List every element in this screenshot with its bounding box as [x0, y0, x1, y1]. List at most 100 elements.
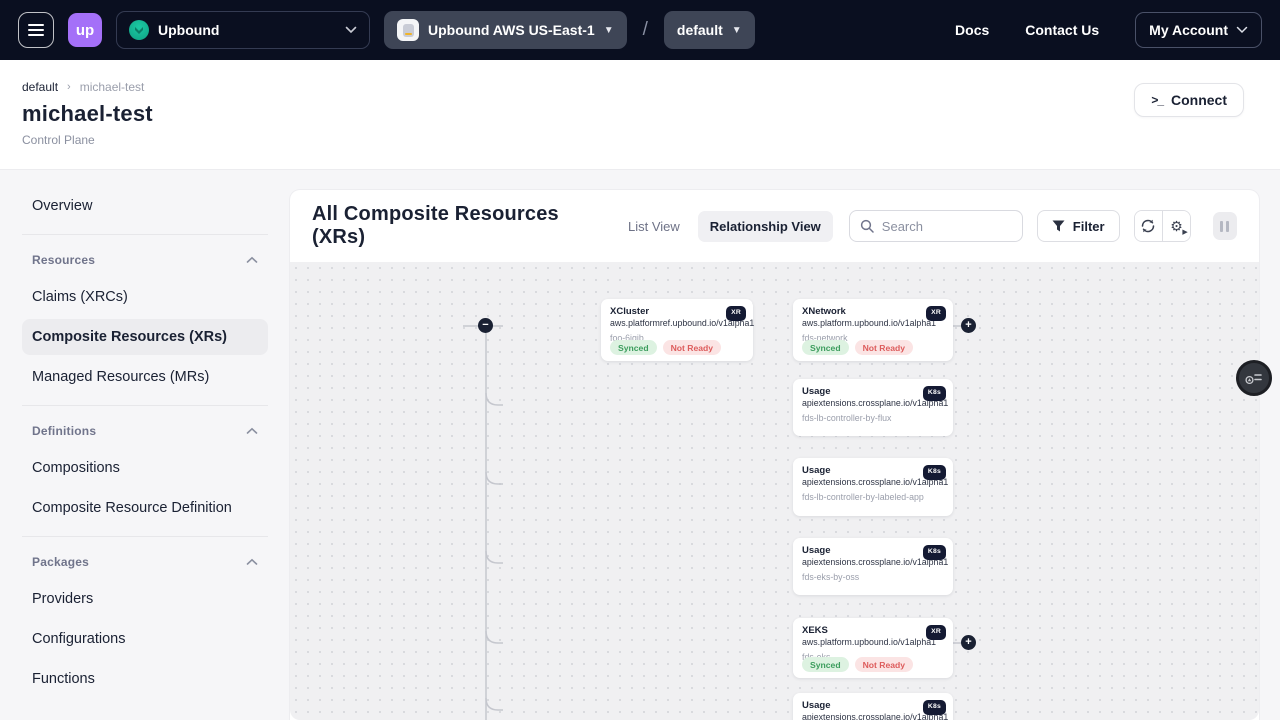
search-box	[849, 210, 1023, 242]
node-api-version: apiextensions.crossplane.io/v1alpha1	[802, 557, 944, 568]
kind-badge: XR	[926, 306, 946, 321]
resource-node-usage-eks-oss[interactable]: K8s Usage apiextensions.crossplane.io/v1…	[793, 538, 953, 595]
panel-heading: All Composite Resources (XRs)	[312, 203, 576, 249]
sidebar: Overview Resources Claims (XRCs) Composi…	[0, 170, 290, 701]
filter-button-label: Filter	[1073, 219, 1105, 234]
tab-list-view[interactable]: List View	[616, 211, 692, 242]
chevron-right-icon: ›	[67, 81, 71, 93]
page-subtitle: Control Plane	[22, 133, 1244, 147]
top-navbar: up Upbound Upbound AWS US-East-1 ▼ / def…	[0, 0, 1280, 60]
sidebar-item-claims[interactable]: Claims (XRCs)	[22, 279, 268, 315]
hamburger-menu-icon[interactable]	[18, 12, 54, 48]
group-selector-label: default	[677, 22, 723, 38]
toolbar: All Composite Resources (XRs) List View …	[290, 190, 1259, 262]
group-selector-dropdown[interactable]: default ▼	[664, 11, 755, 49]
section-title: Definitions	[32, 424, 96, 438]
expand-node-button[interactable]: +	[961, 635, 976, 650]
node-instance-name: fds-lb-controller-by-flux	[802, 413, 944, 423]
docs-link[interactable]: Docs	[955, 22, 989, 38]
ready-status-badge: Not Ready	[855, 657, 914, 672]
sidebar-item-compositions[interactable]: Compositions	[22, 450, 268, 486]
chevron-up-icon	[246, 427, 258, 435]
resource-node-usage-flux[interactable]: K8s Usage apiextensions.crossplane.io/v1…	[793, 379, 953, 436]
refresh-icon	[1140, 218, 1156, 234]
kind-badge: K8s	[923, 386, 946, 401]
resource-node-usage-bottom[interactable]: K8s Usage apiextensions.crossplane.io/v1…	[793, 693, 953, 720]
legend-icon	[1245, 371, 1263, 385]
view-toggle: List View Relationship View	[616, 211, 833, 242]
sidebar-item-xrd[interactable]: Composite Resource Definition	[22, 490, 268, 526]
upbound-logo[interactable]: up	[68, 13, 102, 47]
graph-legend-button[interactable]	[1236, 360, 1272, 396]
kind-badge: K8s	[923, 700, 946, 715]
sidebar-section-definitions[interactable]: Definitions	[22, 416, 268, 446]
sidebar-section-packages[interactable]: Packages	[22, 547, 268, 577]
control-plane-selector-dropdown[interactable]: Upbound AWS US-East-1 ▼	[384, 11, 627, 49]
connect-button[interactable]: >_ Connect	[1134, 83, 1244, 117]
refresh-button[interactable]	[1135, 211, 1163, 241]
section-title: Resources	[32, 253, 95, 267]
chevron-up-icon	[246, 558, 258, 566]
sidebar-section-resources[interactable]: Resources	[22, 245, 268, 275]
collapse-node-button[interactable]: −	[478, 318, 493, 333]
search-input[interactable]	[882, 219, 1012, 234]
caret-down-icon: ▼	[732, 25, 742, 36]
sidebar-item-providers[interactable]: Providers	[22, 581, 268, 617]
resource-node-usage-labeled-app[interactable]: K8s Usage apiextensions.crossplane.io/v1…	[793, 458, 953, 516]
node-api-version: apiextensions.crossplane.io/v1alpha1	[802, 477, 944, 488]
pause-icon	[1226, 221, 1229, 232]
chevron-down-icon	[1236, 26, 1248, 34]
chevron-down-icon	[345, 26, 357, 34]
breadcrumb-parent[interactable]: default	[22, 80, 58, 94]
org-selector-dropdown[interactable]: Upbound	[116, 11, 370, 49]
gears-play-icon: ⚙▶	[1170, 218, 1183, 235]
relationship-graph-canvas[interactable]: XR XCluster aws.platformref.upbound.io/v…	[290, 262, 1259, 720]
node-title: XCluster	[610, 306, 744, 318]
run-resources-button[interactable]: ⚙▶	[1162, 211, 1190, 241]
ready-status-badge: Not Ready	[855, 340, 914, 355]
breadcrumb-current: michael-test	[80, 80, 145, 94]
node-api-version: apiextensions.crossplane.io/v1alpha1	[802, 398, 944, 409]
ready-status-badge: Not Ready	[663, 340, 722, 355]
filter-button[interactable]: Filter	[1037, 210, 1120, 242]
connect-button-label: Connect	[1171, 92, 1227, 108]
synced-status-badge: Synced	[802, 340, 849, 355]
node-api-version: aws.platform.upbound.io/v1alpha1	[802, 318, 944, 329]
breadcrumb-slash: /	[643, 19, 648, 41]
terminal-icon: >_	[1151, 93, 1163, 107]
sidebar-item-overview[interactable]: Overview	[22, 188, 268, 224]
kind-badge: K8s	[923, 465, 946, 480]
filter-funnel-icon	[1052, 220, 1065, 232]
node-title: XEKS	[802, 625, 944, 637]
kind-badge: K8s	[923, 545, 946, 560]
divider	[22, 536, 268, 537]
sidebar-item-configurations[interactable]: Configurations	[22, 621, 268, 657]
synced-status-badge: Synced	[802, 657, 849, 672]
expand-node-button[interactable]: +	[961, 318, 976, 333]
graph-edges	[290, 262, 1259, 720]
kind-badge: XR	[926, 625, 946, 640]
graph-action-group: ⚙▶	[1134, 210, 1191, 242]
contact-us-link[interactable]: Contact Us	[1025, 22, 1099, 38]
resource-node-xnetwork[interactable]: XR XNetwork aws.platform.upbound.io/v1al…	[793, 299, 953, 361]
node-api-version: aws.platformref.upbound.io/v1alpha1	[610, 318, 744, 329]
node-api-version: aws.platform.upbound.io/v1alpha1	[802, 637, 944, 648]
node-api-version: apiextensions.crossplane.io/v1alpha1	[802, 712, 944, 720]
node-instance-name: fds-lb-controller-by-labeled-app	[802, 492, 944, 502]
caret-down-icon: ▼	[604, 25, 614, 36]
divider	[22, 234, 268, 235]
sidebar-item-composite-resources[interactable]: Composite Resources (XRs)	[22, 319, 268, 355]
my-account-dropdown[interactable]: My Account	[1135, 12, 1262, 48]
pause-icon	[1220, 221, 1223, 232]
main-panel: All Composite Resources (XRs) List View …	[290, 190, 1259, 720]
chevron-up-icon	[246, 256, 258, 264]
resource-node-xeks[interactable]: XR XEKS aws.platform.upbound.io/v1alpha1…	[793, 618, 953, 678]
sidebar-item-managed-resources[interactable]: Managed Resources (MRs)	[22, 359, 268, 395]
sidebar-item-functions[interactable]: Functions	[22, 661, 268, 697]
pause-button[interactable]	[1213, 212, 1237, 240]
tab-relationship-view[interactable]: Relationship View	[698, 211, 833, 242]
breadcrumb: default › michael-test	[22, 80, 1244, 94]
node-instance-name: fds-eks-by-oss	[802, 572, 944, 582]
resource-node-xcluster[interactable]: XR XCluster aws.platformref.upbound.io/v…	[601, 299, 753, 361]
org-avatar-icon	[129, 20, 149, 40]
